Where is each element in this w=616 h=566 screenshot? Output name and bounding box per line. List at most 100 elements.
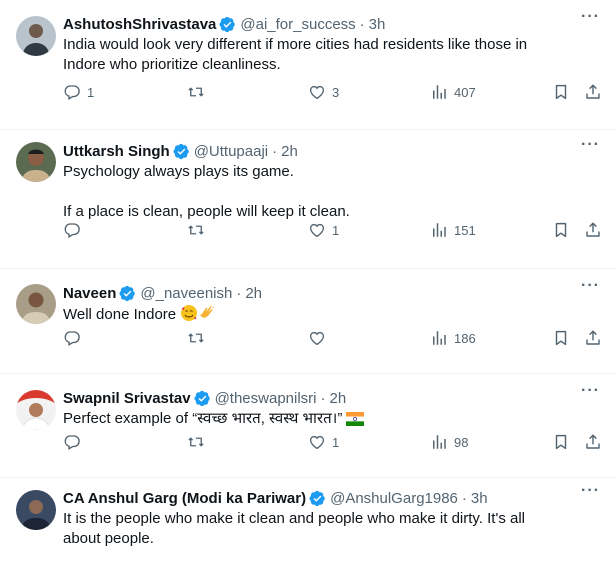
more-icon[interactable]: ··· (581, 277, 600, 295)
share-button[interactable] (584, 221, 602, 239)
views-button[interactable]: 407 (430, 83, 476, 101)
like-icon (308, 329, 326, 347)
avatar[interactable] (16, 142, 56, 182)
timestamp[interactable]: 2h (245, 285, 262, 302)
retweet-icon (187, 221, 205, 239)
clapping-hands-emoji-icon (200, 305, 215, 318)
views-count: 186 (454, 330, 476, 346)
views-button[interactable]: 151 (430, 221, 476, 239)
avatar[interactable] (16, 490, 56, 530)
reply-button[interactable] (63, 433, 87, 451)
tweet-text: Psychology always plays its game. If a p… (63, 162, 602, 222)
retweet-button[interactable] (187, 83, 211, 101)
like-count: 1 (332, 434, 340, 450)
views-count: 98 (454, 434, 469, 450)
bookmark-button[interactable] (552, 83, 570, 101)
author-name[interactable]: Uttkarsh Singh (63, 143, 170, 160)
views-count: 151 (454, 222, 476, 238)
verified-badge-icon (194, 390, 211, 407)
retweet-icon (187, 329, 205, 347)
views-icon (430, 83, 448, 101)
more-icon[interactable]: ··· (581, 136, 600, 154)
timestamp[interactable]: 3h (369, 16, 386, 33)
reply-button[interactable] (63, 329, 87, 347)
timestamp[interactable]: 3h (471, 490, 488, 507)
retweet-button[interactable] (187, 221, 211, 239)
author-handle[interactable]: @Uttupaaji (194, 143, 268, 160)
author-handle[interactable]: @ai_for_success (240, 16, 355, 33)
bookmark-icon (552, 83, 570, 101)
more-icon[interactable]: ··· (581, 382, 600, 400)
like-icon (308, 83, 326, 101)
tweet-text: Well done Indore (63, 304, 602, 325)
views-icon (430, 221, 448, 239)
author-handle[interactable]: @_naveenish (140, 285, 232, 302)
avatar[interactable] (16, 390, 56, 430)
tweet-text-line: Indore who prioritize cleanliness. (63, 56, 281, 73)
bookmark-icon (552, 329, 570, 347)
share-icon (584, 433, 602, 451)
smiling-face-with-hearts-emoji-icon (181, 305, 198, 321)
retweet-button[interactable] (187, 433, 211, 451)
reply-feed: AshutoshShrivastava @ai_for_success · 3h… (0, 0, 616, 566)
tweet-header: Uttkarsh Singh @Uttupaaji · 2h (63, 141, 602, 161)
author-handle[interactable]: @AnshulGarg1986 (330, 490, 458, 507)
verified-badge-icon (219, 16, 236, 33)
like-button[interactable] (308, 329, 332, 347)
share-icon (584, 329, 602, 347)
views-button[interactable]: 98 (430, 433, 468, 451)
separator-dot: · (272, 142, 278, 160)
timestamp[interactable]: 2h (281, 143, 298, 160)
reply-count: 1 (87, 84, 95, 100)
tweet[interactable]: Uttkarsh Singh @Uttupaaji · 2h ··· Psych… (0, 130, 616, 269)
tweet-text-line: India would look very different if more … (63, 36, 528, 53)
tweet-header: AshutoshShrivastava @ai_for_success · 3h (63, 14, 602, 34)
tweet-text-line: Psychology always plays its game. (63, 163, 294, 180)
bookmark-button[interactable] (552, 329, 570, 347)
views-button[interactable]: 186 (430, 329, 476, 347)
like-button[interactable]: 3 (308, 83, 339, 101)
timestamp[interactable]: 2h (330, 390, 347, 407)
like-count: 3 (332, 84, 340, 100)
tweet[interactable]: CA Anshul Garg (Modi ka Pariwar) @Anshul… (0, 478, 616, 566)
tweet-text-line: about people. (63, 530, 154, 547)
views-count: 407 (454, 84, 476, 100)
bookmark-icon (552, 221, 570, 239)
reply-button[interactable] (63, 221, 87, 239)
retweet-icon (187, 83, 205, 101)
like-button[interactable]: 1 (308, 433, 339, 451)
retweet-icon (187, 433, 205, 451)
retweet-button[interactable] (187, 329, 211, 347)
tweet[interactable]: Naveen @_naveenish · 2h ··· Well done In… (0, 269, 616, 374)
author-name[interactable]: CA Anshul Garg (Modi ka Pariwar) (63, 490, 306, 507)
share-button[interactable] (584, 433, 602, 451)
share-button[interactable] (584, 329, 602, 347)
bookmark-button[interactable] (552, 433, 570, 451)
share-icon (584, 83, 602, 101)
tweet[interactable]: Swapnil Srivastav @theswapnilsri · 2h ··… (0, 374, 616, 478)
author-name[interactable]: Naveen (63, 285, 116, 302)
share-icon (584, 221, 602, 239)
like-icon (308, 221, 326, 239)
author-name[interactable]: Swapnil Srivastav (63, 390, 191, 407)
separator-dot: · (236, 284, 242, 302)
bookmark-button[interactable] (552, 221, 570, 239)
reply-icon (63, 83, 81, 101)
tweet-text-line: Well done Indore (63, 306, 177, 323)
like-count: 1 (332, 222, 340, 238)
like-button[interactable]: 1 (308, 221, 339, 239)
reply-button[interactable]: 1 (63, 83, 94, 101)
more-icon[interactable]: ··· (581, 8, 600, 26)
india-flag-emoji-icon (346, 412, 365, 426)
more-icon[interactable]: ··· (581, 482, 600, 500)
author-name[interactable]: AshutoshShrivastava (63, 16, 216, 33)
tweet-header: Naveen @_naveenish · 2h (63, 283, 602, 303)
verified-badge-icon (309, 490, 326, 507)
reply-icon (63, 221, 81, 239)
avatar[interactable] (16, 16, 56, 56)
author-handle[interactable]: @theswapnilsri (215, 390, 317, 407)
tweet[interactable]: AshutoshShrivastava @ai_for_success · 3h… (0, 0, 616, 130)
verified-badge-icon (173, 143, 190, 160)
avatar[interactable] (16, 284, 56, 324)
share-button[interactable] (584, 83, 602, 101)
